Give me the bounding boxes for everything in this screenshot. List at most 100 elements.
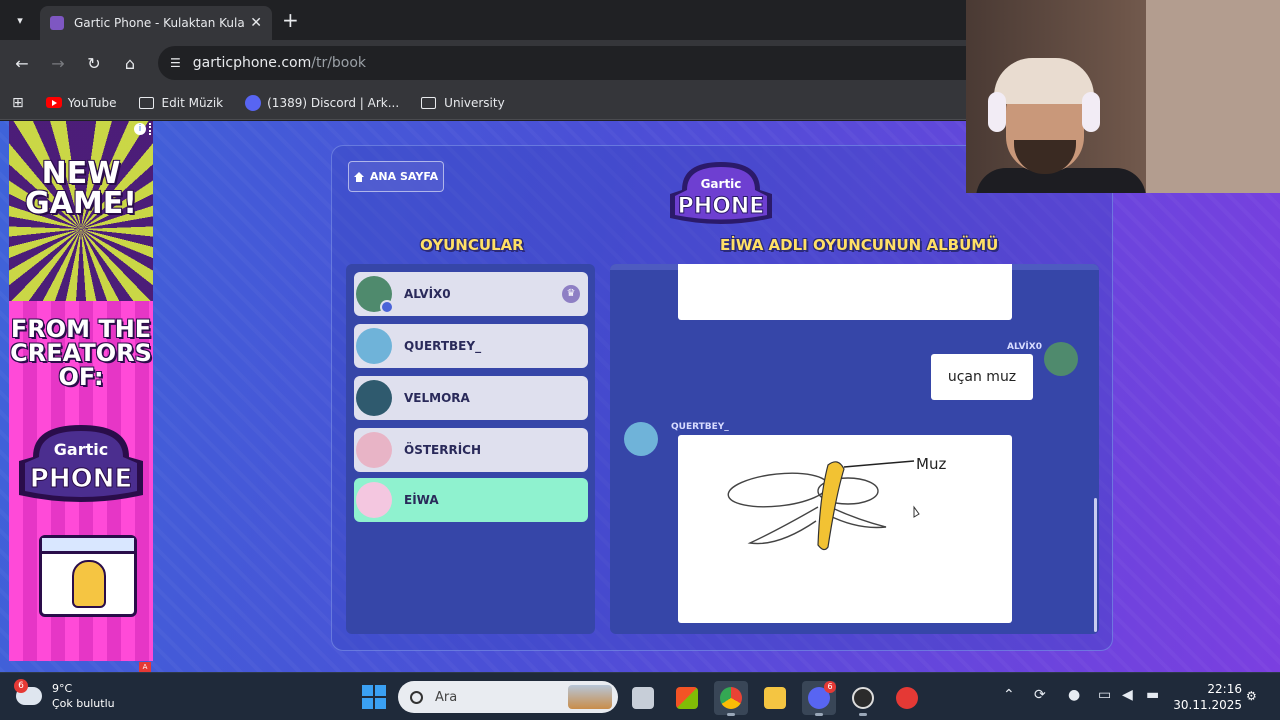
author-avatar: [1044, 342, 1078, 376]
album-scrollbar[interactable]: [1094, 498, 1097, 632]
apps-grid-icon[interactable]: ⊞: [12, 95, 24, 111]
album-view[interactable]: ALVİX0 uçan muz QUERTBEY_ Muz: [610, 264, 1099, 634]
obs-app[interactable]: [846, 681, 880, 716]
search-placeholder: Ara: [435, 689, 458, 705]
url-host: garticphone.com: [192, 55, 312, 71]
player-avatar: [356, 482, 392, 518]
clock-time: 22:16: [1207, 682, 1242, 696]
logo-bottom: PHONE: [678, 194, 765, 219]
gartic-phone-logo: Gartic PHONE: [670, 162, 772, 224]
bookmark-youtube[interactable]: YouTube: [45, 96, 117, 110]
message-author: ALVİX0: [1007, 342, 1042, 352]
url-path: /tr/book: [311, 55, 367, 71]
battery-icon[interactable]: ▬: [1146, 687, 1159, 703]
ad-gartic-phone-logo: Gartic PHONE: [19, 425, 143, 502]
reload-icon: ↻: [87, 53, 101, 73]
ad-choices-icon[interactable]: A: [139, 662, 151, 672]
arrow-left-icon: ←: [15, 53, 29, 73]
sync-icon[interactable]: ⟳: [1034, 687, 1046, 703]
tab-search-button[interactable]: ▾: [8, 8, 32, 32]
weather-condition: Çok bulutlu: [52, 697, 115, 710]
side-advertisement[interactable]: NEW GAME! FROM THE CREATORS OF: Gartic P…: [9, 121, 153, 661]
taskview-app[interactable]: [626, 681, 660, 715]
crown-icon: ♛: [562, 285, 580, 303]
home-page-button[interactable]: ANA SAYFA: [348, 161, 444, 192]
players-list: ALVİX0 ♛ QUERTBEY_ VELMORA ÖSTERRİCH EİW…: [346, 264, 595, 634]
bookmark-label: Edit Müzik: [161, 95, 224, 110]
search-highlight-image: [568, 685, 612, 709]
player-row-eiwa[interactable]: EİWA: [354, 478, 588, 522]
site-settings-icon[interactable]: ☰: [170, 56, 181, 70]
clock-date: 30.11.2025: [1173, 698, 1242, 712]
music-app[interactable]: [890, 681, 924, 715]
logo-top: Gartic: [701, 177, 742, 191]
player-row-osterrich[interactable]: ÖSTERRİCH: [354, 428, 588, 472]
folder-icon: [764, 687, 786, 709]
message-bubble: uçan muz: [931, 354, 1033, 400]
obs-icon: [852, 687, 874, 709]
bookmark-label: (1389) Discord | Ark...: [267, 95, 400, 110]
microphone-icon[interactable]: ●: [1068, 687, 1080, 703]
back-button[interactable]: ←: [9, 50, 35, 76]
taskbar-search[interactable]: Ara: [398, 681, 618, 713]
weather-badge: 6: [14, 679, 28, 693]
start-button[interactable]: [362, 685, 386, 709]
address-bar[interactable]: ☰ garticphone.com/tr/book: [158, 46, 998, 80]
drawing-author: QUERTBEY_: [671, 422, 729, 432]
folder-icon: [421, 96, 437, 109]
player-name: QUERTBEY_: [404, 339, 482, 353]
previous-card: [678, 264, 1012, 320]
volume-icon[interactable]: ◀: [1122, 687, 1133, 703]
youtube-icon: [45, 97, 62, 108]
home-button-label: ANA SAYFA: [369, 170, 439, 183]
search-icon: [410, 690, 423, 704]
store-app[interactable]: [670, 681, 704, 715]
ad-info-icon[interactable]: i: [134, 123, 146, 135]
drawing-canvas: Muz: [678, 435, 1012, 623]
bookmark-label: University: [444, 95, 505, 110]
ad-tagline: FROM THE CREATORS OF:: [10, 315, 152, 391]
forward-button[interactable]: →: [45, 50, 71, 76]
ad-menu-icon[interactable]: [149, 123, 152, 135]
play-icon: [896, 687, 918, 709]
task-view-icon: [632, 687, 654, 709]
chrome-icon: [720, 687, 742, 709]
calendar-illustration: [39, 535, 137, 617]
player-row-alvix0[interactable]: ALVİX0 ♛: [354, 272, 588, 316]
host-badge-icon: [380, 300, 394, 314]
player-row-quertbey[interactable]: QUERTBEY_: [354, 324, 588, 368]
active-tab[interactable]: Gartic Phone - Kulaktan Kulağa ✕: [40, 6, 272, 40]
discord-badge: 6: [824, 681, 836, 693]
webcam-overlay: [966, 0, 1280, 193]
tab-close-icon[interactable]: ✕: [250, 15, 262, 31]
system-clock[interactable]: 22:16 30.11.2025: [1172, 681, 1242, 713]
bookmark-edit-muzik[interactable]: Edit Müzik: [138, 95, 224, 110]
ad-logo-bottom: PHONE: [30, 464, 132, 494]
cloud-icon: 6: [14, 679, 42, 705]
home-icon: ⌂: [124, 53, 136, 73]
explorer-app[interactable]: [758, 681, 792, 715]
store-icon: [676, 687, 698, 709]
network-icon[interactable]: ▭: [1098, 687, 1111, 703]
drawing-author-avatar: [624, 422, 658, 456]
bookmark-university[interactable]: University: [421, 96, 505, 110]
player-name: EİWA: [404, 493, 439, 507]
weather-widget[interactable]: 6 9°C Çok bulutlu: [14, 679, 115, 711]
reload-button[interactable]: ↻: [81, 50, 107, 76]
ad-headline: NEW GAME!: [25, 156, 137, 221]
chevron-up-icon[interactable]: ⌃: [1003, 687, 1015, 703]
home-button[interactable]: ⌂: [117, 50, 143, 76]
ad-logo-top: Gartic: [54, 440, 108, 459]
player-avatar: [356, 432, 392, 468]
house-icon: [353, 171, 364, 182]
discord-app[interactable]: 6: [802, 681, 836, 716]
player-avatar: [356, 380, 392, 416]
chrome-app[interactable]: [714, 681, 748, 716]
player-name: ALVİX0: [404, 287, 451, 301]
player-avatar: [356, 276, 394, 314]
arrow-right-icon: →: [51, 53, 65, 73]
bookmark-discord[interactable]: (1389) Discord | Ark...: [245, 94, 400, 111]
notification-icon[interactable]: ⚙: [1246, 689, 1260, 703]
player-row-velmora[interactable]: VELMORA: [354, 376, 588, 420]
new-tab-button[interactable]: +: [282, 10, 299, 30]
